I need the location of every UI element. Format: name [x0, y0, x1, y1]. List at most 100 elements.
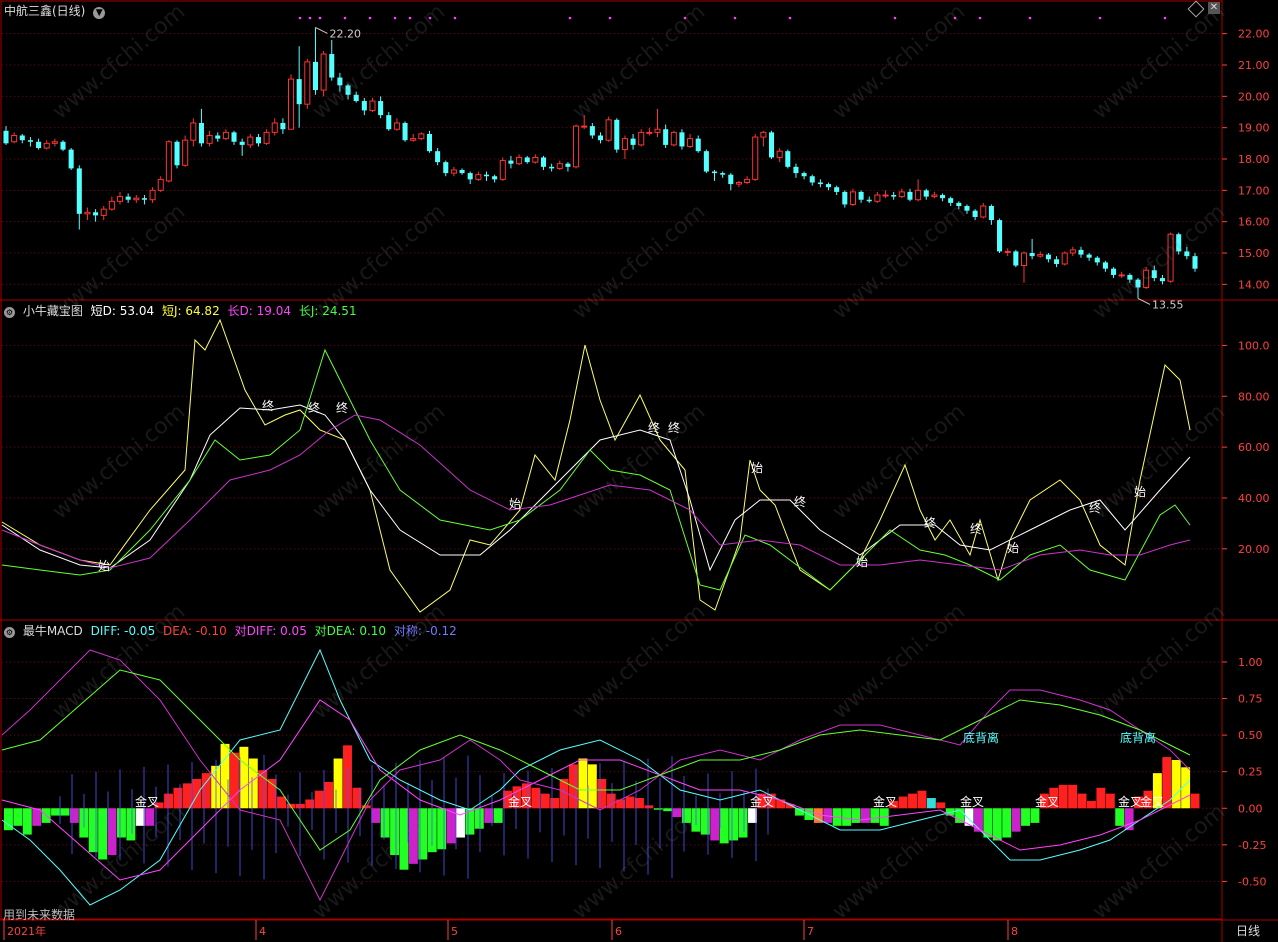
macd-dea: DEA: -0.10 [163, 624, 227, 638]
candle-body-down [215, 135, 221, 139]
gear-icon[interactable]: ⚙ [4, 627, 15, 638]
macd-histogram-bar [267, 779, 277, 809]
candle-body-down [1094, 257, 1100, 263]
x-axis-label: 6 [615, 925, 622, 938]
candle-body-down [695, 138, 701, 152]
macd-histogram-bar [408, 808, 418, 864]
candle-body-down [296, 79, 302, 105]
candle-body-down [329, 54, 335, 78]
candle-body-down [597, 135, 604, 141]
price-tick-label: 17.00 [1238, 184, 1270, 197]
macd-tick-label: 0.00 [1238, 802, 1263, 815]
macd-histogram-bar [1190, 793, 1200, 809]
candle-body-up [1037, 254, 1044, 257]
stock-title[interactable]: 中航三鑫(日线) [4, 4, 85, 18]
candle-body-down [524, 157, 530, 163]
kdj-tick-label: 40.00 [1238, 492, 1270, 505]
candle-body-down [589, 126, 595, 136]
kdj-title[interactable]: 小牛藏宝图 [23, 304, 83, 318]
candle-body-down [972, 210, 978, 217]
close-icon[interactable]: ✕ [1208, 2, 1220, 14]
bottom-divergence-label: 底背离 [963, 730, 999, 745]
macd-histogram-bar [399, 808, 409, 870]
footer-note: 用到未来数据 [3, 908, 76, 922]
macd-histogram-bar [1002, 808, 1012, 838]
golden-cross-label: 金叉 [1118, 794, 1142, 809]
candle-body-down [36, 141, 42, 149]
stock-chart: 22.00 21.00 20.00 19.00 18.00 17.00 16.00 15.00… [0, 0, 1278, 942]
signal-dot [368, 16, 372, 20]
candle-body-down [679, 132, 685, 147]
macd-histogram-bar [126, 808, 136, 841]
candle-body-up [882, 194, 889, 197]
macd-histogram-bar [192, 779, 202, 809]
macd-mirror-dea: 对DEA: 0.10 [314, 624, 387, 638]
candle-body-down [378, 101, 384, 116]
kdj-end-mark: 终 [648, 420, 660, 435]
macd-histogram-bar [437, 808, 447, 850]
candle-body-down [826, 184, 832, 188]
macd-histogram-bar [164, 793, 174, 809]
candle-body-up [263, 131, 270, 144]
low-marker-line [1137, 297, 1151, 305]
candle-body-up [744, 178, 751, 184]
macd-histogram-bar [1021, 808, 1030, 826]
candle-body-down [703, 151, 709, 172]
macd-histogram-bar [851, 808, 861, 823]
candle-body-down [174, 141, 180, 166]
kdj-start-mark: 始 [751, 461, 763, 475]
candle-body-up [304, 61, 311, 105]
signal-dot [1163, 16, 1167, 20]
signal-dot [308, 16, 312, 20]
x-axis-label: 2021年 [7, 924, 46, 938]
candle-body-down [255, 137, 261, 144]
candle-body-down [386, 115, 392, 130]
candle-body-down [1086, 254, 1092, 258]
macd-histogram-bar [597, 779, 607, 809]
candle-body-down [630, 138, 636, 145]
candle-body-up [980, 205, 987, 218]
candle-body-down [923, 190, 929, 197]
gear-icon[interactable]: ⚙ [4, 307, 15, 318]
kdj-end-mark: 终 [794, 494, 806, 509]
candle-body-down [964, 206, 970, 211]
macd-histogram-bar [729, 808, 739, 841]
candle-body-up [638, 131, 645, 146]
candle-body-down [68, 149, 74, 169]
candle-body-down [443, 162, 449, 174]
candle-body-up [670, 131, 677, 146]
candle-body-up [654, 128, 661, 133]
candle-body-down [141, 198, 147, 200]
candle-body-down [549, 166, 555, 169]
candle-body-down [834, 187, 840, 192]
macd-tick-label: 1.00 [1238, 656, 1263, 669]
candle-body-up [149, 189, 156, 201]
kdj-end-mark: 终 [262, 398, 274, 413]
candle-body-down [3, 130, 9, 144]
candle-body-down [27, 140, 33, 142]
candle-body-up [735, 182, 742, 185]
kdj-tick-label: 100.0 [1238, 339, 1270, 352]
candle-body-up [84, 211, 91, 215]
price-tick-label: 21.00 [1238, 59, 1270, 72]
candle-body-down [467, 173, 473, 180]
price-tick-label: 16.00 [1238, 216, 1270, 229]
candle-body-down [1078, 249, 1084, 255]
candle-body-up [165, 141, 172, 182]
kdj-start-mark: 始 [98, 559, 110, 573]
candle-body-down [459, 169, 465, 174]
macd-histogram-bar [258, 770, 268, 809]
macd-histogram-bar [98, 808, 108, 860]
candle-body-down [1192, 256, 1198, 269]
candle-body-up [1004, 250, 1011, 253]
candle-body-down [866, 199, 872, 202]
period-label[interactable]: 日线 [1236, 922, 1260, 939]
macd-histogram-bar [446, 808, 456, 844]
macd-title[interactable]: 最牛MACD [23, 624, 83, 638]
macd-tick-label: -0.50 [1238, 875, 1266, 888]
candle-body-up [43, 142, 50, 149]
macd-tick-label: 0.75 [1238, 693, 1263, 706]
kdj-end-mark: 终 [1089, 500, 1101, 515]
chevron-down-icon[interactable]: ▼ [93, 7, 106, 19]
candle-body-up [1020, 252, 1028, 267]
